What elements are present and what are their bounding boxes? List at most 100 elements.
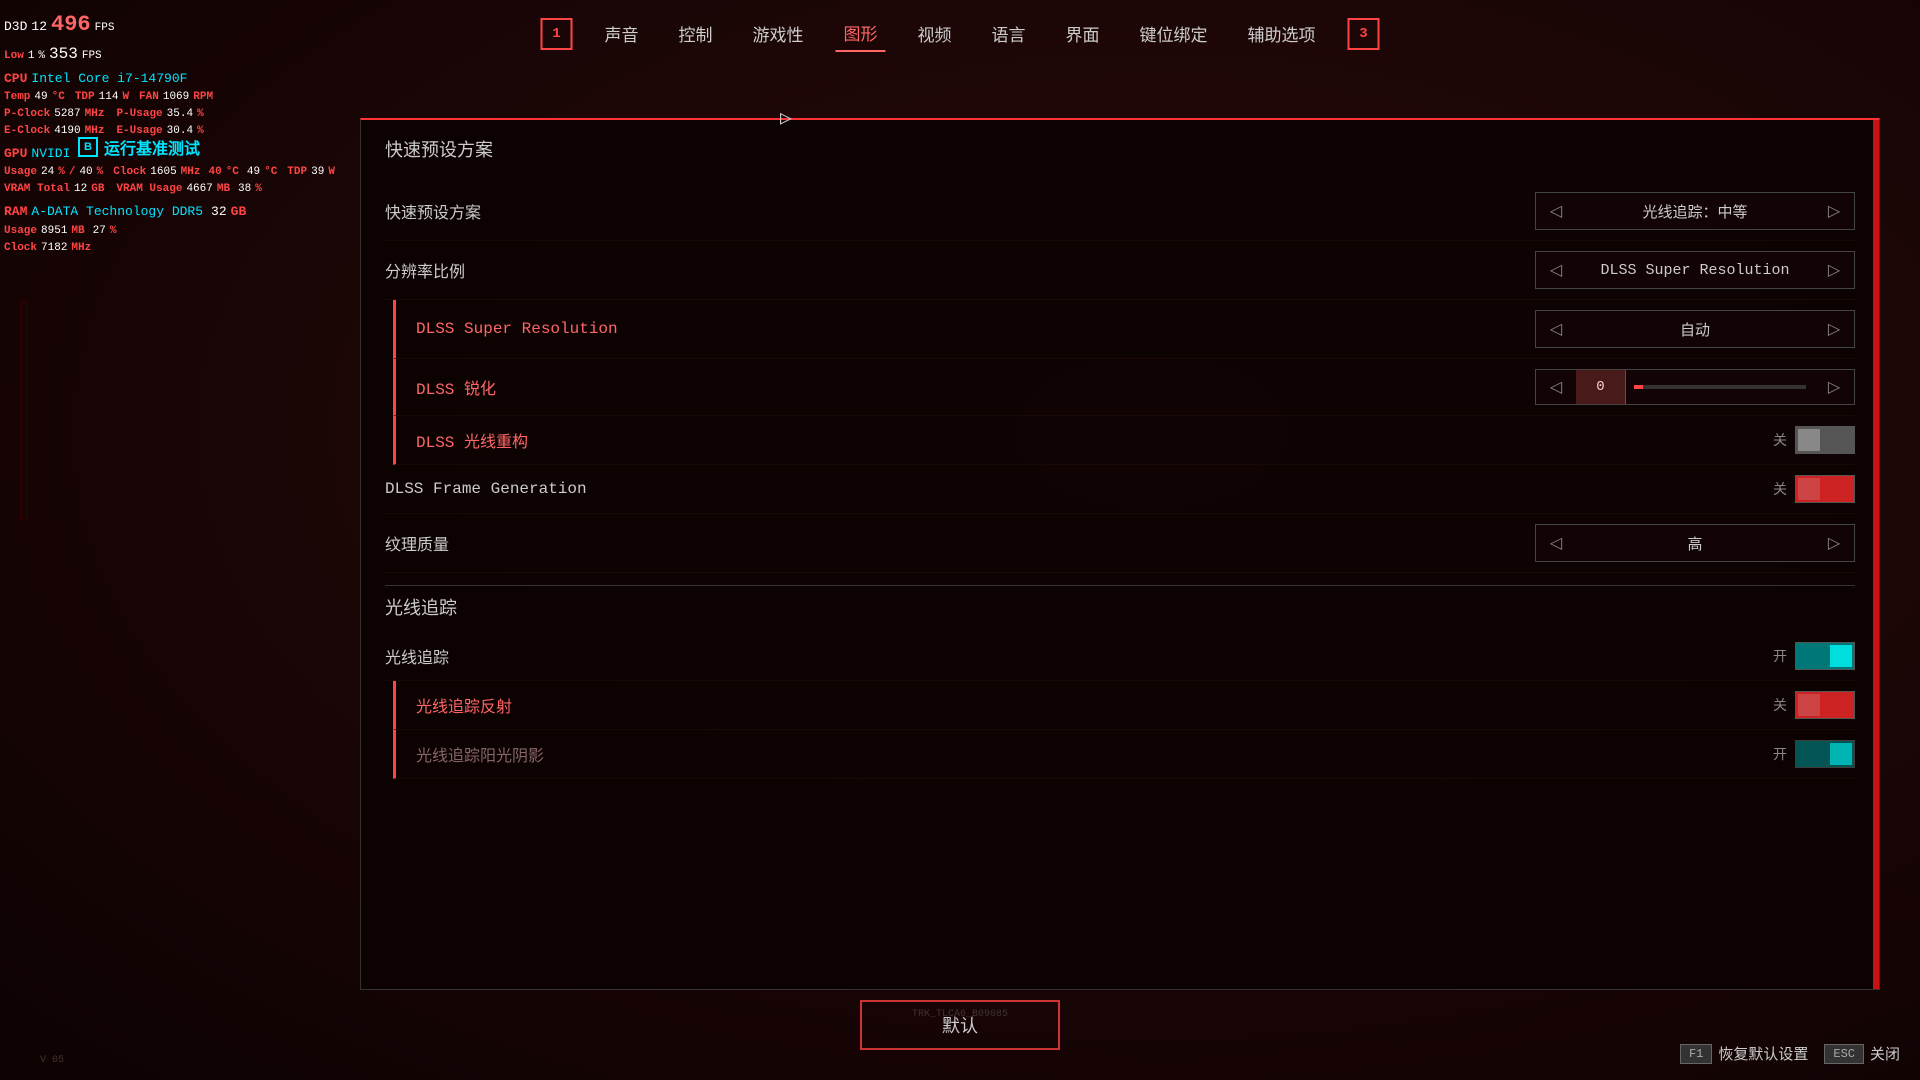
- quick-preset-right-arrow[interactable]: ▷: [1814, 193, 1854, 229]
- nav-item-interface[interactable]: 界面: [1058, 17, 1108, 51]
- bottom-decorative-line: TRK_TLCA6_B09085: [912, 1009, 1008, 1020]
- nav-badge-left[interactable]: 1: [541, 18, 573, 50]
- nav-item-gameplay[interactable]: 游戏性: [745, 17, 812, 51]
- raytracing-toggle-container: 开: [1773, 642, 1855, 670]
- hud-fan-val: 1069: [163, 89, 189, 106]
- raytracing-label: 光线追踪: [385, 644, 449, 668]
- quick-preset-row: 快速预设方案 ◁ 光线追踪：中等 ▷: [385, 182, 1855, 241]
- rt-reflection-toggle[interactable]: [1795, 691, 1855, 719]
- texture-quality-selector[interactable]: ◁ 高 ▷: [1535, 524, 1855, 562]
- rt-shadow-label: 光线追踪阳光阴影: [416, 742, 544, 766]
- nav-item-keybinds[interactable]: 键位绑定: [1132, 17, 1216, 51]
- resolution-ratio-selector[interactable]: ◁ DLSS Super Resolution ▷: [1535, 251, 1855, 289]
- hud-vram-total-val: 12: [74, 181, 87, 198]
- nav-item-graphics[interactable]: 图形: [836, 16, 886, 52]
- nav-item-accessibility[interactable]: 辅助选项: [1240, 17, 1324, 51]
- dlss-sharpen-right-arrow[interactable]: ▷: [1814, 369, 1854, 405]
- hud-gtemp2-val: 49: [247, 164, 260, 181]
- restore-defaults-button[interactable]: F1 恢复默认设置: [1680, 1043, 1808, 1064]
- hud-ram-label: RAM: [4, 202, 27, 222]
- dlss-frame-gen-toggle-knob: [1798, 478, 1820, 500]
- quick-preset-value: 光线追踪：中等: [1576, 201, 1814, 222]
- hud-low-label: Low: [4, 48, 24, 65]
- version-info: V 05: [40, 1055, 64, 1066]
- rt-reflection-row: 光线追踪反射 关: [393, 681, 1855, 730]
- hud-gclock-label: Clock: [113, 164, 146, 181]
- f1-badge: F1: [1680, 1044, 1712, 1064]
- texture-quality-left-arrow[interactable]: ◁: [1536, 525, 1576, 561]
- dlss-super-res-selector[interactable]: ◁ 自动 ▷: [1535, 310, 1855, 348]
- raytracing-toggle-knob: [1830, 645, 1852, 667]
- hud-usage-label: Usage: [4, 164, 37, 181]
- resolution-ratio-right-arrow[interactable]: ▷: [1814, 252, 1854, 288]
- rt-reflection-label: 光线追踪反射: [416, 693, 512, 717]
- default-button[interactable]: 默认: [860, 1000, 1060, 1050]
- hud-vram-usage-unit: MB: [217, 181, 230, 198]
- dlss-sharpen-fill: [1634, 385, 1643, 389]
- dlss-sharpen-left-arrow[interactable]: ◁: [1536, 369, 1576, 405]
- hud-vram-total-label: VRAM Total: [4, 181, 70, 198]
- hud-eclock-val: 4190: [54, 123, 80, 140]
- hud-usage-pct2: %: [97, 164, 104, 181]
- texture-quality-row: 纹理质量 ◁ 高 ▷: [385, 514, 1855, 573]
- hud-usage-pct1: %: [58, 164, 65, 181]
- quick-preset-left-arrow[interactable]: ◁: [1536, 193, 1576, 229]
- hud-temp-unit: °C: [52, 89, 65, 106]
- hud-ram-usage-unit: MB: [71, 223, 84, 240]
- rt-reflection-status: 关: [1773, 695, 1787, 715]
- dlss-frame-gen-row: DLSS Frame Generation 关: [385, 465, 1855, 514]
- hud-pclock-val: 5287: [54, 106, 80, 123]
- rt-reflection-toggle-container: 关: [1773, 691, 1855, 719]
- dlss-frame-gen-toggle[interactable]: [1795, 475, 1855, 503]
- dlss-recon-status: 关: [1773, 430, 1787, 450]
- hud-gtemp-unit1: °C: [226, 164, 239, 181]
- dlss-sharpen-slider[interactable]: ◁ 0 ▷: [1535, 369, 1855, 405]
- hud-d3d: D3D: [4, 17, 27, 37]
- hud-pclock-label: P-Clock: [4, 106, 50, 123]
- settings-panel: 快速预设方案 快速预设方案 ◁ 光线追踪：中等 ▷ 分辨率比例 ◁ DLSS S…: [360, 118, 1880, 990]
- panel-content: 快速预设方案 快速预设方案 ◁ 光线追踪：中等 ▷ 分辨率比例 ◁ DLSS S…: [361, 120, 1879, 989]
- quick-preset-selector[interactable]: ◁ 光线追踪：中等 ▷: [1535, 192, 1855, 230]
- hud-gtdp-val: 39: [311, 164, 324, 181]
- nav-item-language[interactable]: 语言: [984, 17, 1034, 51]
- hud-usage-val1: 24: [41, 164, 54, 181]
- raytracing-toggle[interactable]: [1795, 642, 1855, 670]
- hud-d3d-val: 12: [31, 17, 47, 37]
- resolution-ratio-left-arrow[interactable]: ◁: [1536, 252, 1576, 288]
- resolution-ratio-value: DLSS Super Resolution: [1576, 262, 1814, 279]
- hud-ram-usage-val: 8951: [41, 223, 67, 240]
- nav-badge-right[interactable]: 3: [1348, 18, 1380, 50]
- dlss-sharpen-track[interactable]: [1634, 385, 1806, 389]
- nav-item-control[interactable]: 控制: [671, 17, 721, 51]
- hud-usage-sep: /: [69, 164, 76, 181]
- dlss-super-res-value: 自动: [1576, 319, 1814, 340]
- hud-low-fps-label: FPS: [82, 48, 102, 65]
- dlss-super-res-left-arrow[interactable]: ◁: [1536, 311, 1576, 347]
- benchmark-button[interactable]: B 运行基准测试: [78, 135, 200, 159]
- hud-temp-val: 49: [34, 89, 47, 106]
- quick-preset-title: 快速预设方案: [385, 136, 1855, 166]
- texture-quality-right-arrow[interactable]: ▷: [1814, 525, 1854, 561]
- hud-ram-pct: 27: [93, 223, 106, 240]
- rt-shadow-toggle-knob: [1830, 743, 1852, 765]
- hud-ram-clock-label: Clock: [4, 240, 37, 257]
- nav-item-video[interactable]: 视频: [910, 17, 960, 51]
- benchmark-icon: B: [78, 137, 98, 157]
- rt-shadow-toggle[interactable]: [1795, 740, 1855, 768]
- benchmark-label: 运行基准测试: [104, 135, 200, 159]
- hud-tdp-unit: W: [122, 89, 129, 106]
- dlss-sharpen-row: DLSS 锐化 ◁ 0 ▷: [393, 359, 1855, 416]
- hud-vram-pct-unit: %: [255, 181, 262, 198]
- close-button[interactable]: ESC 关闭: [1824, 1043, 1900, 1064]
- nav-item-sound[interactable]: 声音: [597, 17, 647, 51]
- hud-gtemp2-unit: °C: [264, 164, 277, 181]
- dlss-recon-toggle-container: 关: [1773, 426, 1855, 454]
- hud-vram-pct: 38: [238, 181, 251, 198]
- dlss-recon-toggle[interactable]: [1795, 426, 1855, 454]
- dlss-recon-toggle-knob: [1798, 429, 1820, 451]
- hud-usage-val2: 40: [79, 164, 92, 181]
- hud-vram-total-unit: GB: [91, 181, 104, 198]
- hud-fps-val: 496: [51, 8, 91, 42]
- dlss-super-res-right-arrow[interactable]: ▷: [1814, 311, 1854, 347]
- texture-quality-label: 纹理质量: [385, 531, 449, 555]
